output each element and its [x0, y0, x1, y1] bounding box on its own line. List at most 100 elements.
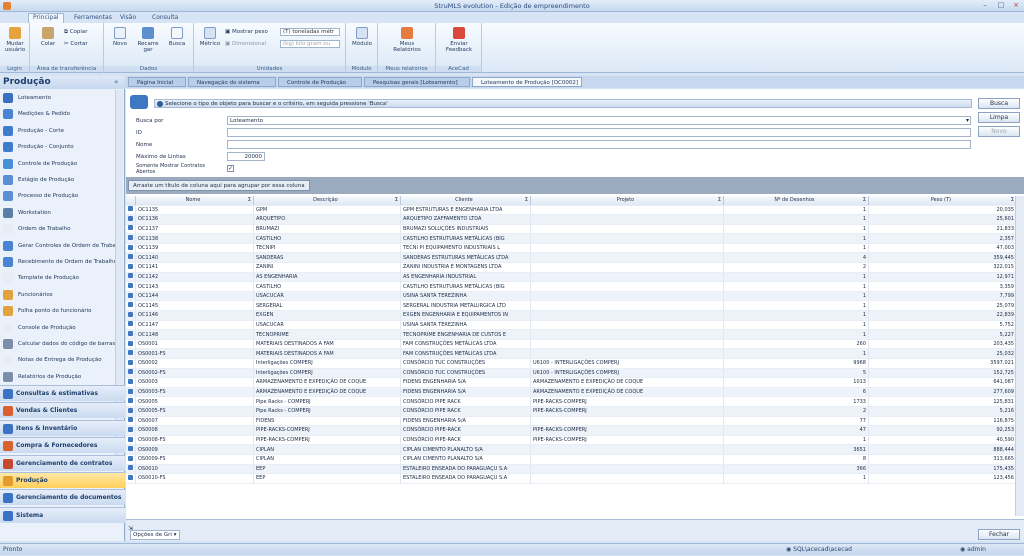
paste-button[interactable]: Colar [38, 27, 58, 47]
nav-item-10[interactable]: Recebimento de Ordem de Trabalho [0, 254, 122, 270]
column-header[interactable]: Cliente Σ [400, 196, 531, 206]
table-row[interactable]: OS0009-FS CIPLAN CIPLAN CIMENTO PLANALTO S… [126, 454, 1017, 465]
tab-consulta[interactable]: Consulta [148, 14, 182, 23]
copy-button[interactable]: ⧉ Copiar [64, 29, 88, 36]
minimize-icon[interactable]: – [978, 1, 992, 10]
busca-button[interactable]: Busca [978, 98, 1020, 109]
cut-button[interactable]: ✂ Cortar [64, 41, 88, 47]
table-row[interactable]: OS0007 FIDENS FIDENS ENGENHARIA S/A 77 116,8… [126, 416, 1017, 427]
tab-principal[interactable]: Principal [28, 13, 64, 23]
table-row[interactable]: OS0008 PIPE-RACKS-COMPERJ CONSÓRCIO PIPE-R… [126, 425, 1017, 436]
nav-item-12[interactable]: Funcionários [0, 287, 122, 303]
table-row[interactable]: OS0003-FS ARMAZENAMENTO E EXPEDIÇÃO DE CO… [126, 387, 1017, 398]
column-header[interactable]: Peso (T) Σ [868, 196, 1017, 206]
table-row[interactable]: OC1137 BRUMAZI BRUMAZI SOLUÇÕES INDUSTRIAI… [126, 224, 1017, 235]
nome-input[interactable] [227, 140, 971, 149]
nav-section-1[interactable]: Vendas & Clientes [0, 402, 125, 419]
sum-icon[interactable]: Σ [395, 197, 398, 203]
novo-button[interactable]: Novo [978, 126, 1020, 137]
open-contracts-checkbox[interactable]: ✓ [227, 165, 234, 172]
table-row[interactable]: OC1147 USACUCAR USINA SANTA TEREZINHA 1 5,75… [126, 320, 1017, 331]
nav-item-8[interactable]: Ordem de Trabalho [0, 221, 122, 237]
table-row[interactable]: OC1146 EXGEN EXGEN ENGENHARIA E EQUIPAMENT… [126, 310, 1017, 321]
table-row[interactable]: OC1136 ARQUETIPO ARQUETIPO ZAFFAMENTO LTDA… [126, 214, 1017, 225]
id-input[interactable] [227, 128, 971, 137]
dimensional-toggle[interactable]: ▣ Dimensional [225, 41, 266, 47]
nav-item-5[interactable]: Estágio de Produção [0, 172, 122, 188]
sum-icon[interactable]: Σ [863, 197, 866, 203]
sum-icon[interactable]: Σ [718, 197, 721, 203]
sum-icon[interactable]: Σ [1011, 197, 1014, 203]
nav-item-3[interactable]: Produção - Conjunto [0, 139, 122, 155]
change-user-button[interactable]: Mudar usuário [2, 27, 28, 53]
table-row[interactable]: OC1143 CASTILHO CASTILHO ESTRUTURAS METÁLI… [126, 281, 1017, 292]
nav-item-17[interactable]: Relatórios de Produção [0, 369, 122, 385]
sum-icon[interactable]: Σ [248, 197, 251, 203]
tab-pesquisas-gerais[interactable]: Pesquisas gerais [Loteamento] [364, 77, 470, 87]
my-reports-button[interactable]: Meus Relatórios [392, 27, 422, 53]
table-row[interactable]: OS0001-FS MATERIAIS DESTINADOS A FAM FAM C… [126, 348, 1017, 359]
nav-item-11[interactable]: Template de Produção [0, 270, 122, 286]
table-row[interactable]: OS0003 ARMAZENAMENTO E EXPEDIÇÃO DE COQUE… [126, 377, 1017, 388]
collapse-icon[interactable]: « [114, 78, 118, 86]
tab-pagina-inicial[interactable]: Página Inicial [128, 77, 186, 87]
table-row[interactable]: OS0002 Interligações COMPERJ CONSÓRCIO TUC… [126, 358, 1017, 369]
show-weight-toggle[interactable]: ▣ Mostrar peso [225, 29, 268, 35]
nav-item-6[interactable]: Processo de Produção [0, 188, 122, 204]
busca-por-select[interactable]: Loteamento ▾ [227, 116, 971, 125]
tab-visao[interactable]: Visão [116, 14, 140, 23]
feedback-button[interactable]: Enviar Feedback [442, 27, 476, 53]
tab-loteamento-producao[interactable]: Loteamento de Produção [OC0002] [472, 77, 582, 87]
table-row[interactable]: OS0002-FS Interligações COMPERJ CONSÓRCIO … [126, 368, 1017, 379]
tab-controle-producao[interactable]: Controle de Produção [278, 77, 362, 87]
table-row[interactable]: OC1140 SANDERAS SANDERAS ESTRUTURAS METÁLI… [126, 252, 1017, 264]
module-button[interactable]: Módulo [350, 27, 374, 47]
table-row[interactable]: OS0005 Pipe Racks - COMPERJ CONSÓRCIO PIPE… [126, 396, 1017, 407]
table-row[interactable]: OC1142 AS ENGENHARIA AS ENGENHARIA INDUSTR… [126, 272, 1017, 283]
table-row[interactable]: OS0005-FS Pipe Racks - COMPERJ CONSÓRCIO P… [126, 406, 1017, 417]
sum-icon[interactable]: Σ [525, 197, 528, 203]
nav-section-4[interactable]: Gerenciamento de contratos [0, 454, 125, 471]
weight-unit-select-2[interactable]: (kg) kilo gram ou [280, 40, 340, 48]
fechar-button[interactable]: Fechar [978, 529, 1020, 540]
nav-item-14[interactable]: Console de Produção [0, 320, 122, 336]
maximize-icon[interactable]: □ [994, 1, 1008, 10]
max-rows-input[interactable]: 20000 [227, 152, 265, 161]
search-button[interactable]: Busca [166, 27, 188, 47]
grid-options-select[interactable]: Opções de Gri ▾ [130, 530, 180, 540]
table-row[interactable]: OC1135 GPM GPM ESTRUTURAS E ENGENHARIA LTD… [126, 205, 1017, 216]
table-row[interactable]: OC1139 TECNIPI TECNI PI EQUIPAMENTO INDUST… [126, 243, 1017, 254]
tab-navegacao[interactable]: Navegação do sistema [188, 77, 276, 87]
table-row[interactable]: OC1144 USACUCAR USINA SANTA TEREZINHA 1 7,79… [126, 291, 1017, 302]
weight-unit-select[interactable]: (T) toneladas métr [280, 28, 340, 36]
nav-section-3[interactable]: Compra & Fornecedores [0, 437, 125, 454]
metric-button[interactable]: Métrico [198, 27, 222, 47]
table-row[interactable]: OS0008-FS PIPE-RACKS-COMPERJ CONSÓRCIO PIP… [126, 435, 1017, 446]
table-row[interactable]: OS0010 EEP ESTALEIRO ENSEADA DO PARAGUAÇU … [126, 464, 1017, 475]
dropdown-arrow-icon[interactable]: ▾ [966, 117, 969, 125]
nav-item-7[interactable]: Workstation [0, 205, 122, 221]
table-row[interactable]: OS0001 MATERIAIS DESTINADOS A FAM FAM CONS… [126, 339, 1017, 350]
column-header[interactable]: Nº de Desenhos Σ [723, 196, 869, 206]
refresh-button[interactable]: Recarre gar [136, 27, 160, 53]
tab-ferramentas[interactable]: Ferramentas [70, 14, 116, 23]
table-row[interactable]: OS0009 CIPLAN CIPLAN CIMENTO PLANALTO S/A 3… [126, 444, 1017, 455]
column-header[interactable]: Nome Σ [135, 196, 254, 206]
table-row[interactable]: OC1141 ZANINI ZANINI INDUSTRIA E MONTAGENS… [126, 262, 1017, 273]
nav-item-4[interactable]: Controle de Produção [0, 156, 122, 172]
table-row[interactable]: OC1148 TECNOPRIME TECNOPRIME ENGENHARIA DE… [126, 329, 1017, 340]
nav-section-2[interactable]: Itens & Inventário [0, 419, 125, 436]
nav-item-13[interactable]: Folha ponto do funcionário [0, 303, 122, 319]
nav-section-6[interactable]: Gerenciamento de documentos [0, 489, 125, 506]
limpa-button[interactable]: Limpa [978, 112, 1020, 123]
nav-section-7[interactable]: Sistema [0, 506, 125, 523]
nav-section-5[interactable]: Produção [0, 472, 125, 488]
nav-item-0[interactable]: Loteamento [0, 90, 122, 106]
nav-section-0[interactable]: Consultas & estimativas [0, 385, 125, 401]
grid-scrollbar[interactable] [1015, 196, 1024, 516]
nav-item-15[interactable]: Calcular dados do código de barras [0, 336, 122, 352]
column-header[interactable]: Projeto Σ [530, 196, 724, 206]
column-header[interactable]: Descrição Σ [253, 196, 401, 206]
nav-item-1[interactable]: Medições & Pedido [0, 106, 122, 122]
new-button[interactable]: Novo [110, 27, 130, 47]
